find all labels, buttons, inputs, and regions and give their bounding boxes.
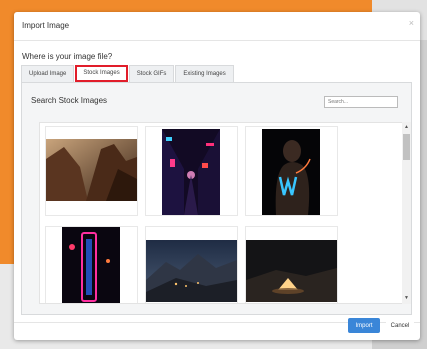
desert-tent-photo [246,240,337,302]
stock-images-panel: Search Stock Images Search... ▲ ▼ [21,82,412,315]
close-icon[interactable]: × [409,19,414,28]
dialog-header: Import Image × [14,12,420,41]
import-button[interactable]: Import [348,318,380,333]
dialog-title: Import Image [22,21,70,30]
starlite-sign-photo [62,227,120,303]
import-image-dialog: Import Image × Where is your image file?… [14,12,420,340]
image-thumbnail[interactable] [245,226,338,303]
image-thumbnail[interactable] [245,126,338,216]
scroll-up-arrow-icon[interactable]: ▲ [404,125,409,130]
tab-upload-image[interactable]: Upload Image [21,65,75,82]
image-thumbnail[interactable] [145,226,238,303]
mountain-town-photo [146,240,237,302]
image-grid [39,122,409,304]
source-tabs: Upload Image Stock Images Stock GIFs Exi… [21,65,235,82]
panel-title: Search Stock Images [31,96,108,105]
canyon-photo [46,139,137,201]
scrollbar-thumb[interactable] [403,134,410,160]
image-thumbnail[interactable] [45,226,138,303]
tab-stock-gifs[interactable]: Stock GIFs [128,65,175,82]
neon-portrait-photo [262,129,320,215]
scroll-down-arrow-icon[interactable]: ▼ [404,296,409,301]
image-thumbnail[interactable] [145,126,238,216]
tab-stock-images[interactable]: Stock Images [75,65,128,82]
image-grid-scrollbar[interactable]: ▲ ▼ [402,122,411,304]
stock-search-input[interactable] [324,96,398,108]
tab-existing-images[interactable]: Existing Images [175,65,234,82]
cancel-button[interactable]: Cancel [386,318,414,333]
neon-alley-photo [162,129,220,215]
image-thumbnail[interactable] [45,126,138,216]
file-location-question: Where is your image file? [22,52,113,61]
